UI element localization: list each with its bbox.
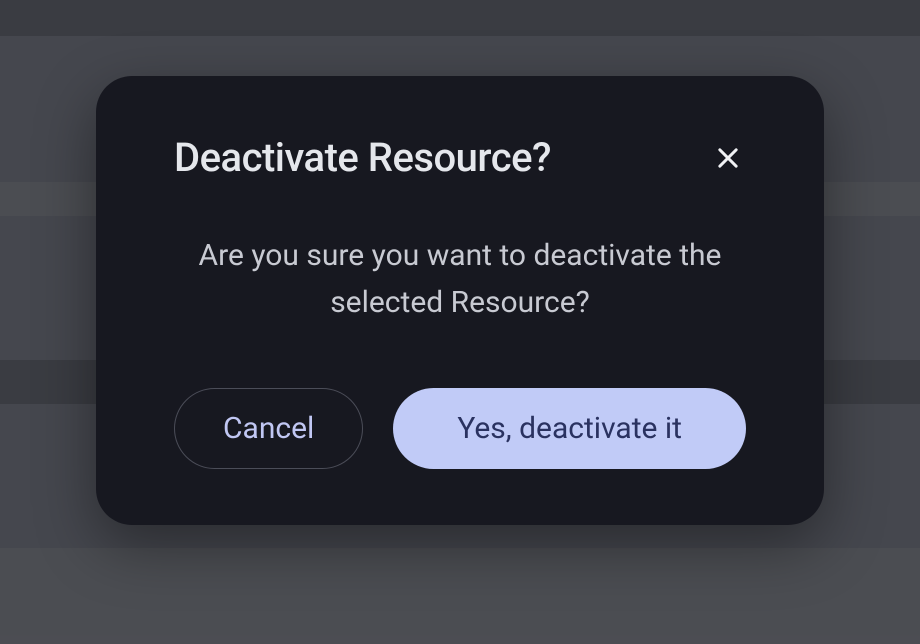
close-button[interactable] — [710, 140, 746, 176]
dialog-message: Are you sure you want to deactivate the … — [184, 233, 736, 326]
dialog-title: Deactivate Resource? — [174, 134, 551, 181]
dialog-header: Deactivate Resource? — [174, 134, 746, 181]
confirmation-dialog: Deactivate Resource? Are you sure you wa… — [96, 76, 824, 525]
cancel-button[interactable]: Cancel — [174, 388, 363, 469]
dialog-overlay[interactable]: Deactivate Resource? Are you sure you wa… — [0, 0, 920, 644]
dialog-body: Are you sure you want to deactivate the … — [174, 233, 746, 326]
confirm-button[interactable]: Yes, deactivate it — [393, 388, 746, 469]
dialog-footer: Cancel Yes, deactivate it — [174, 388, 746, 469]
close-icon — [714, 144, 742, 172]
